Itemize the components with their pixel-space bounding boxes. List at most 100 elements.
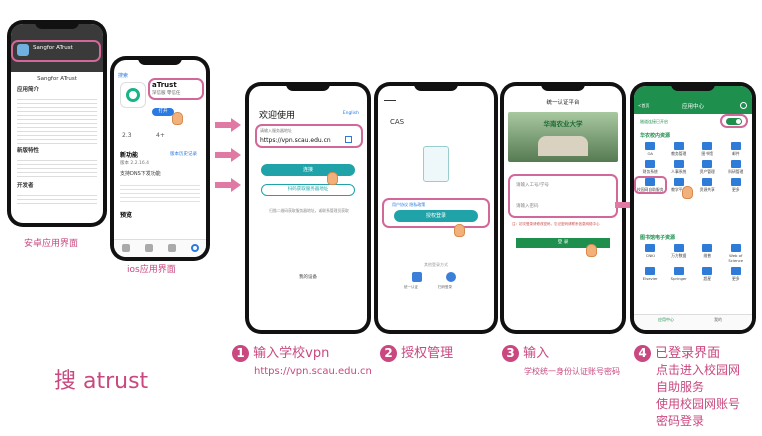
arrow-right-icon [215, 148, 241, 162]
app-tile[interactable]: 资产管理 [693, 160, 722, 174]
qr-login-label: 扫码登录 [438, 285, 452, 289]
step4-line4: 使用校园网账号 [656, 397, 741, 411]
step3-title: 输入 [523, 346, 550, 361]
step3-phone: 统一认证平台 华南农业大学 请输入工号/学号 请输入密码 注：初次登录请修改密码… [500, 82, 626, 334]
games-icon[interactable] [144, 244, 153, 252]
campus-building-icon [538, 136, 588, 156]
folder-icon [645, 244, 656, 252]
app-tile[interactable]: 图书馆 [693, 142, 722, 156]
apps-icon[interactable] [167, 244, 176, 252]
self-service-tile[interactable]: 校园网自助服务 [634, 176, 667, 194]
search-icon[interactable] [190, 244, 199, 252]
ios-notes-text [120, 182, 200, 202]
other-login-label: 其他登录方式 [424, 262, 448, 267]
app-tile[interactable]: 更多 [722, 178, 751, 192]
scan-address-button[interactable]: 扫码获取服务器地址 [261, 184, 355, 196]
scan-qr-icon[interactable] [345, 136, 352, 143]
app-tile[interactable]: 维普 [693, 244, 722, 263]
folder-icon [702, 244, 713, 252]
tunnel-status-label: 隧道连接已开启 [640, 119, 668, 124]
step4-phone: <首页 应用中心 隧道连接已开启 华农校内资源 OA 教务管理 图书馆 邮件 财… [630, 82, 756, 334]
folder-icon [702, 160, 713, 168]
credentials-highlight [508, 174, 618, 218]
qr-login-icon[interactable] [446, 272, 456, 282]
tab-app-center[interactable]: 应用中心 [658, 317, 674, 323]
android-intro-text [17, 96, 97, 144]
step4-caption: 4 已登录界面 [634, 345, 720, 362]
username-input[interactable]: 请输入工号/学号 [516, 182, 549, 188]
login-tips: 注：初次登录请修改密码，忘记密码请联系信息网络中心 [512, 222, 600, 226]
app-tile[interactable]: 财务系统 [636, 160, 665, 174]
step1-phone: 欢迎使用 English 请输入服务器地址 https://vpn.scau.e… [245, 82, 371, 334]
app-tile[interactable]: Web of Science [722, 244, 751, 263]
authorize-login-button[interactable]: 授权登录 [394, 210, 478, 222]
app-tile[interactable]: 教务管理 [665, 142, 694, 156]
library-apps-grid: CNKI 万方数据 维普 Web of Science Elsevier Spr… [636, 244, 750, 285]
app-tile[interactable]: 资源共享 [693, 178, 722, 192]
search-icon[interactable] [740, 102, 747, 109]
folder-icon [730, 267, 741, 275]
step3-badge: 3 [502, 345, 519, 362]
ios-open-button[interactable]: 打开 [152, 108, 174, 116]
folder-icon [730, 244, 741, 252]
app-tile[interactable]: Springer [665, 267, 694, 281]
step2-screen: CAS 用户协议 隐私政策 授权登录 其他登录方式 统一认证 扫码登录 [378, 86, 494, 330]
folder-icon [673, 142, 684, 150]
android-section-dev: 开发者 [17, 183, 34, 189]
app-tile[interactable]: Elsevier [636, 267, 665, 281]
menu-icon[interactable] [384, 100, 396, 101]
step1-badge: 1 [232, 345, 249, 362]
app-tile[interactable]: 邮件 [722, 142, 751, 156]
folder-icon [645, 178, 656, 186]
android-section-new: 新版特性 [17, 148, 40, 154]
ios-features-title: 新功能 [120, 152, 139, 159]
folder-icon [673, 160, 684, 168]
folder-icon [702, 178, 713, 186]
android-phone: Sangfor ATrust Sangfor ATrust 应用简介 新版特性 … [7, 20, 107, 227]
pointer-hand-icon [327, 172, 338, 185]
folder-icon [673, 178, 684, 186]
step4-line3: 自助服务 [656, 380, 705, 394]
arrow-right-icon [215, 178, 241, 192]
school-name: 华南农业大学 [543, 120, 583, 128]
ios-back-link[interactable]: 搜索 [118, 72, 128, 79]
folder-icon [730, 160, 741, 168]
app-tile[interactable]: CNKI [636, 244, 665, 263]
step2-phone: CAS 用户协议 隐私政策 授权登录 其他登录方式 统一认证 扫码登录 [374, 82, 498, 334]
auth-platform-header: 统一认证平台 [546, 100, 580, 106]
step3-caption: 3 输入 [502, 345, 549, 362]
ios-age-rank: 4+ [156, 132, 165, 139]
password-input[interactable]: 请输入密码 [516, 203, 539, 209]
android-section-intro: 应用简介 [17, 87, 40, 93]
cas-title: CAS [390, 118, 405, 126]
device-footer[interactable]: 我的设备 [249, 274, 367, 280]
app-tile[interactable]: 万方数据 [665, 244, 694, 263]
step3-sub: 学校统一身份认证账号密码 [524, 367, 620, 376]
app-tile[interactable]: 人事系统 [665, 160, 694, 174]
connect-button[interactable]: 连接 [261, 164, 355, 176]
tunnel-toggle[interactable] [726, 118, 742, 125]
step4-line2: 点击进入校园网 [656, 363, 741, 377]
app-tile[interactable]: 更多 [722, 267, 751, 281]
tab-mine[interactable]: 我的 [714, 317, 722, 323]
ios-history-link[interactable]: 版本历史记录 [170, 151, 197, 157]
app-tile[interactable]: 超星 [693, 267, 722, 281]
agreement-links[interactable]: 用户协议 隐私政策 [392, 202, 425, 208]
ios-app-name: aTrust [152, 81, 177, 89]
step4-screen: <首页 应用中心 隧道连接已开启 华农校内资源 OA 教务管理 图书馆 邮件 财… [634, 86, 752, 330]
campus-resources-title: 华农校内资源 [640, 133, 671, 139]
unified-auth-icon[interactable] [412, 272, 422, 282]
step4-badge: 4 [634, 345, 651, 362]
today-icon[interactable] [121, 244, 130, 252]
server-address-input[interactable]: https://vpn.scau.edu.cn [260, 137, 331, 144]
ios-preview-title: 预览 [120, 212, 133, 219]
ios-app-subtitle: 深信服 零信任 [152, 91, 181, 96]
language-switch[interactable]: English [343, 111, 359, 116]
pointer-hand-icon [454, 224, 465, 237]
folder-icon [702, 142, 713, 150]
app-tile[interactable]: 科研管理 [722, 160, 751, 174]
ios-caption: ios应用界面 [127, 265, 176, 275]
app-center-title: 应用中心 [681, 104, 704, 110]
app-tile[interactable]: OA [636, 142, 665, 156]
folder-icon [702, 267, 713, 275]
